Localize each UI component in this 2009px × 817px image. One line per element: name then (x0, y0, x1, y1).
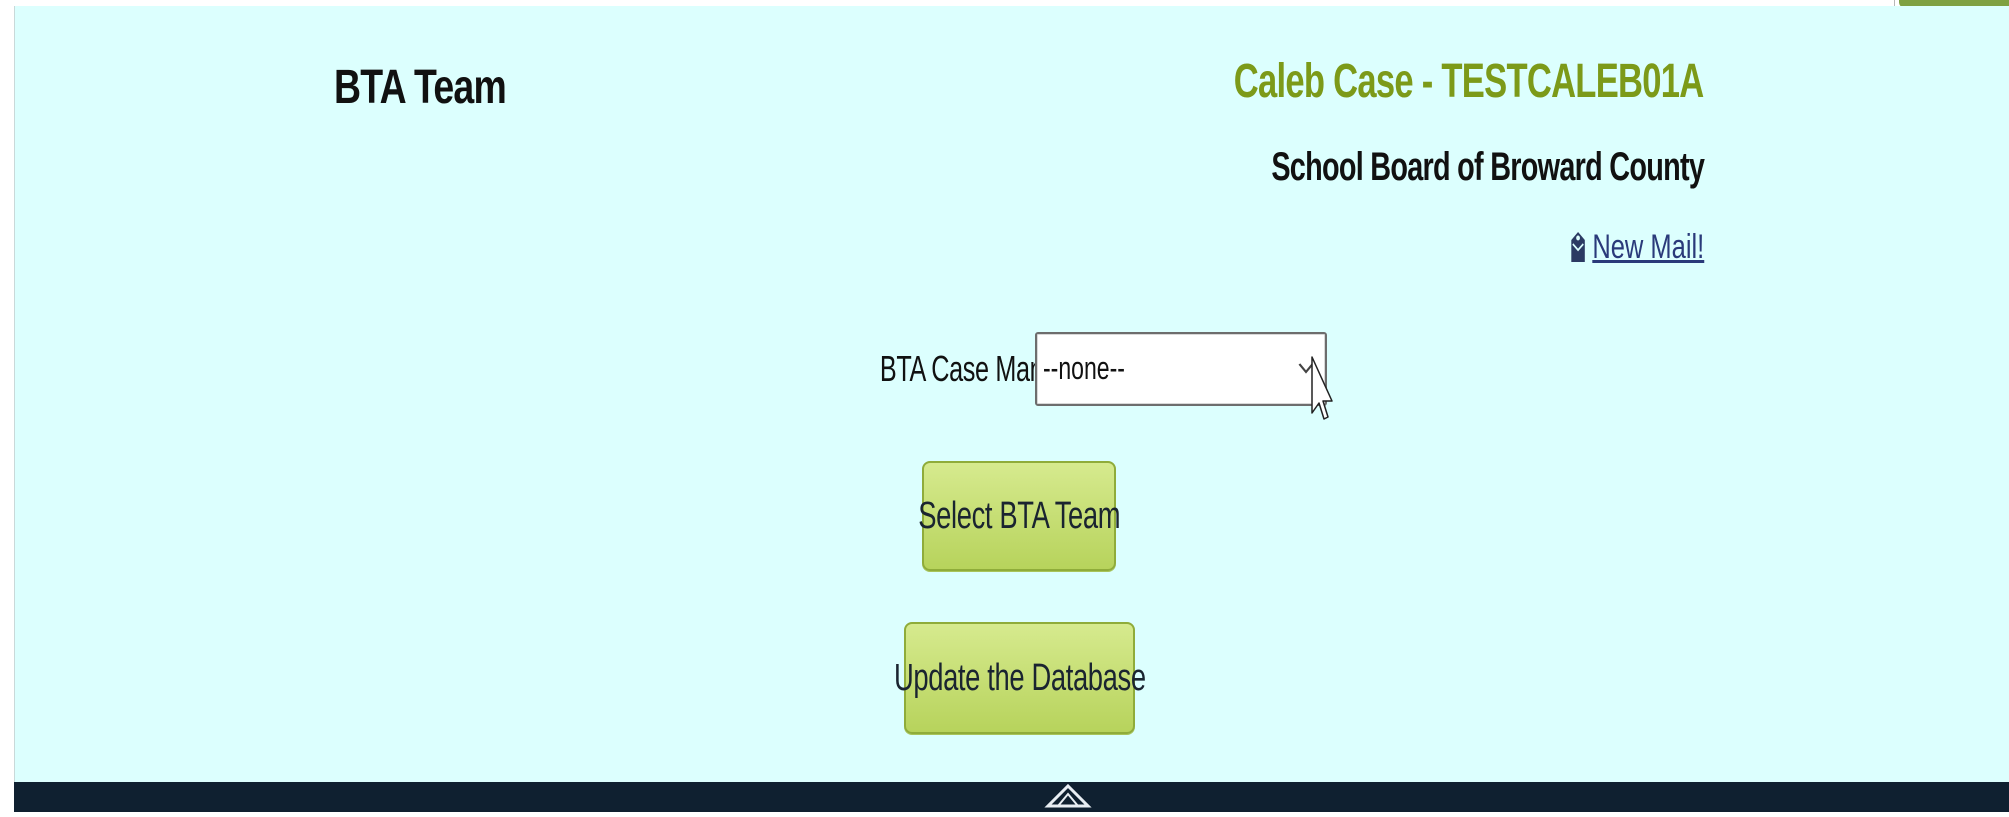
new-mail-link-row[interactable]: New Mail! (1570, 228, 1704, 267)
mouse-pointer-icon (1310, 355, 1334, 442)
case-manager-row: BTA Case Manager: --none-- (786, 332, 1327, 406)
user-name: Caleb Case - TESTCALEB01A (1234, 55, 1705, 108)
select-bta-team-button[interactable]: Select BTA Team (918, 461, 1120, 571)
case-manager-selected-value: --none-- (1043, 350, 1125, 386)
update-database-label: Update the Database (893, 656, 1146, 699)
select-bta-team-label: Select BTA Team (918, 494, 1120, 537)
organization-name: School Board of Broward County (1271, 145, 1705, 189)
update-database-button[interactable]: Update the Database (894, 622, 1146, 734)
case-manager-select[interactable]: --none-- (1035, 332, 1327, 406)
footer (14, 782, 2009, 812)
page-title: BTA Team (334, 61, 507, 114)
new-mail-link[interactable]: New Mail! (1592, 228, 1704, 267)
mail-icon (1570, 230, 1587, 266)
page: BTA Team Caleb Case - TESTCALEB01A Schoo… (0, 0, 2009, 812)
logo-icon (1044, 783, 1092, 817)
